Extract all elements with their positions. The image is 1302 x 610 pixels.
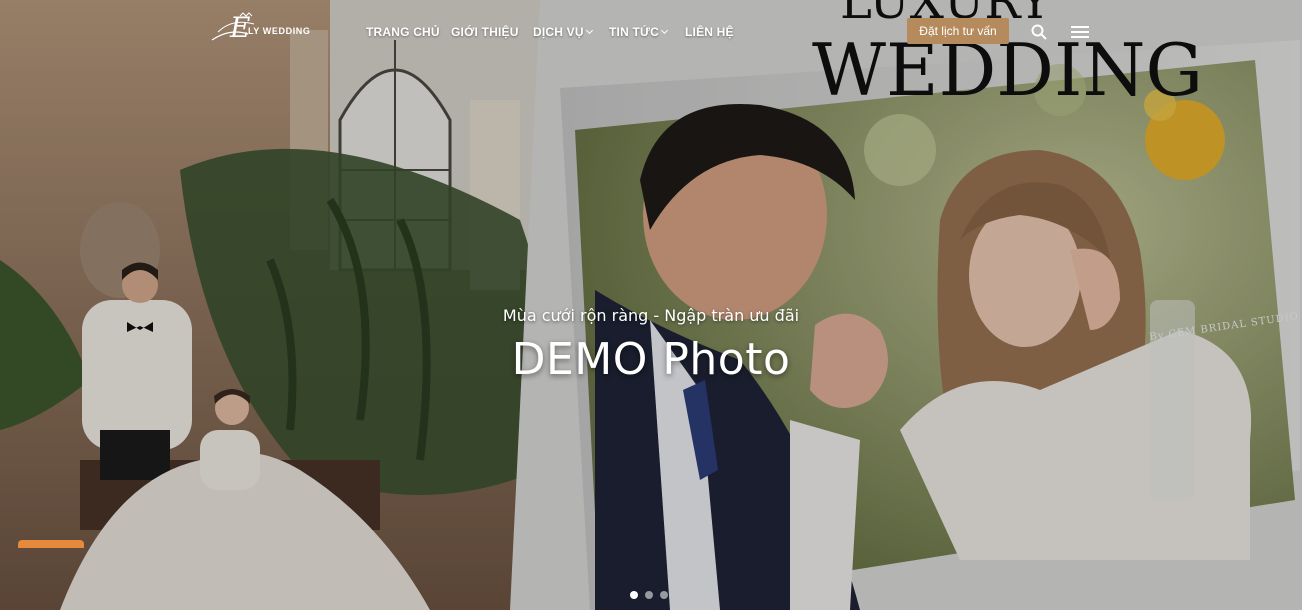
nav-item-contact[interactable]: LIÊN HỆ xyxy=(685,25,734,39)
chevron-down-icon xyxy=(660,26,669,35)
hero-slider: WEDDING LUXURY By CEM BRIDAL STUDIO Mùa … xyxy=(0,0,1302,610)
nav-item-label: LIÊN HỆ xyxy=(685,25,734,39)
hero-subtitle: Mùa cưới rộn ràng - Ngập tràn ưu đãi xyxy=(502,306,800,325)
site-header: E LY WEDDING TRANG CHỦ GIỚI THIỆU DỊCH V… xyxy=(0,0,1302,62)
hero-title: DEMO Photo xyxy=(511,334,791,385)
slider-dots xyxy=(630,591,668,601)
chevron-down-icon xyxy=(585,26,593,35)
nav-item-home[interactable]: TRANG CHỦ xyxy=(366,25,440,39)
slide-dot-3[interactable] xyxy=(660,591,668,599)
nav-item-label: TRANG CHỦ xyxy=(366,25,440,39)
slide-dot-1[interactable] xyxy=(630,591,638,599)
search-icon[interactable] xyxy=(1031,24,1047,40)
nav-item-label: GIỚI THIỆU xyxy=(451,25,519,39)
side-tab[interactable] xyxy=(18,540,84,548)
book-consultation-button[interactable]: Đặt lịch tư vấn xyxy=(907,18,1009,44)
slide-dot-2[interactable] xyxy=(645,591,653,599)
brand-logo[interactable]: E LY WEDDING xyxy=(210,12,314,48)
hamburger-menu-icon[interactable] xyxy=(1070,24,1090,40)
nav-item-label: DỊCH VỤ xyxy=(533,25,584,39)
nav-item-about[interactable]: GIỚI THIỆU xyxy=(451,25,519,39)
hero-overlay xyxy=(0,0,1302,610)
nav-item-news[interactable]: TIN TỨC xyxy=(609,25,669,39)
logo-text: LY WEDDING xyxy=(248,26,311,36)
nav-item-label: TIN TỨC xyxy=(609,25,660,39)
nav-item-services[interactable]: DỊCH VỤ xyxy=(533,25,593,39)
